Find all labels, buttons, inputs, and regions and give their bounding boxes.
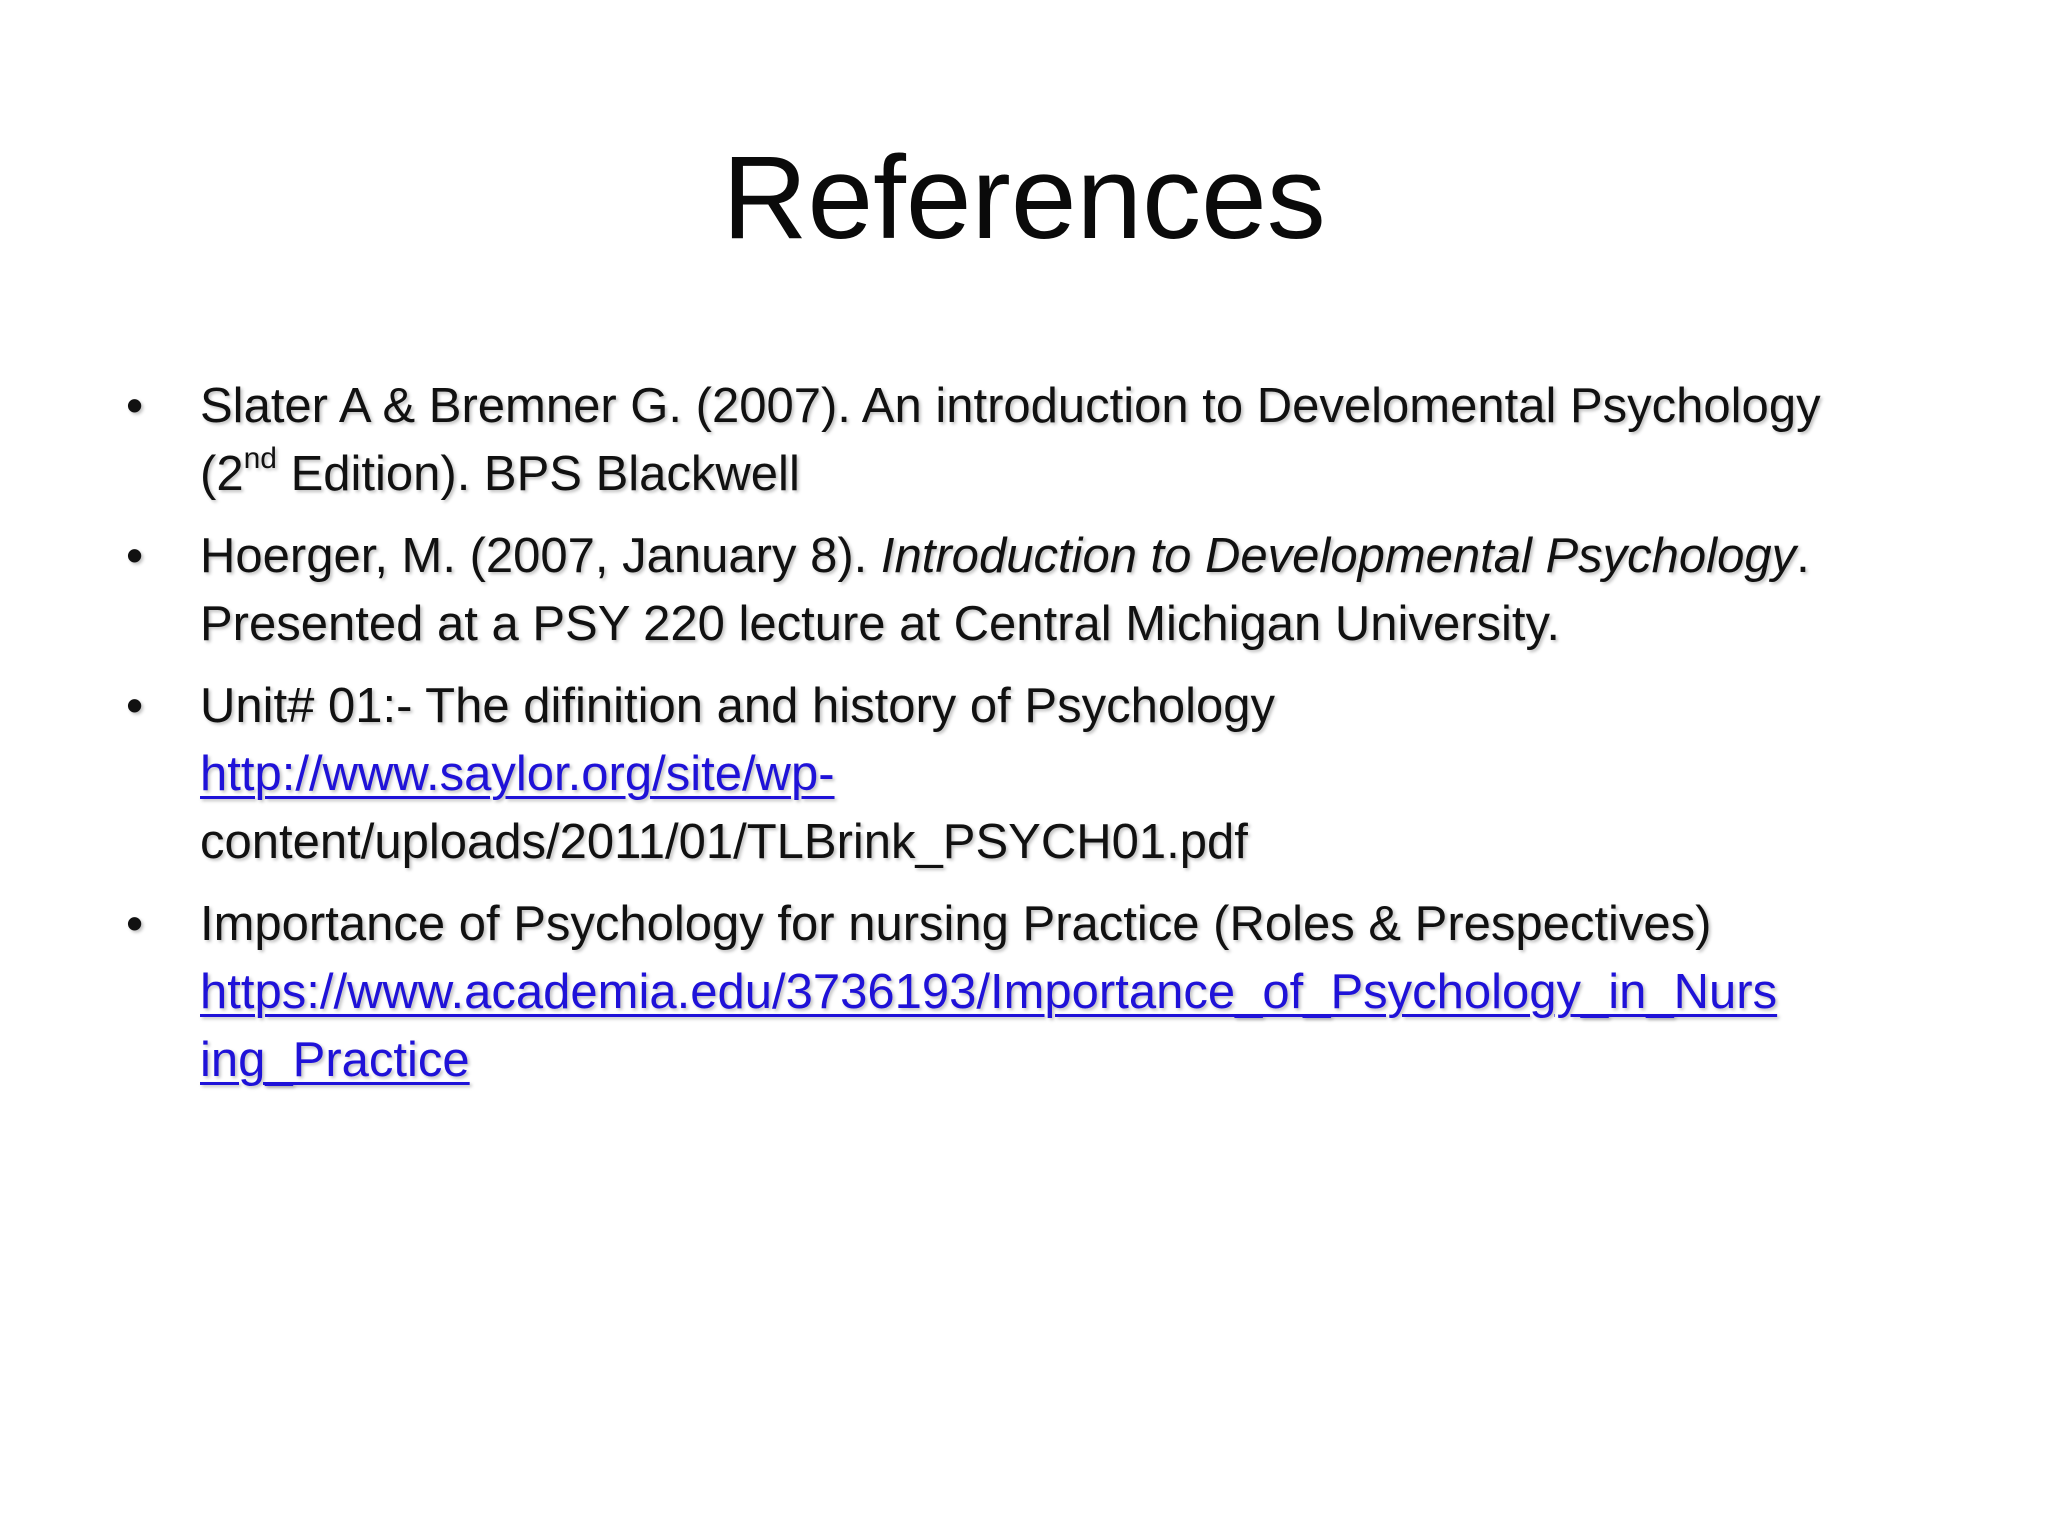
reference-text-continued: Presented at a PSY 220 lecture at Centra…: [200, 597, 1560, 651]
slide-title: References: [722, 132, 1326, 264]
reference-item-saylor: • Unit# 01:- The difinition and history …: [120, 672, 1960, 876]
reference-item-academia: • Importance of Psychology for nursing P…: [120, 890, 1960, 1094]
reference-text: Slater A & Bremner G. (2007). An introdu…: [200, 379, 1821, 433]
reference-title-italic: Introduction to Developmental Psychology: [880, 529, 1797, 583]
reference-link-line: ing_Practice: [200, 1026, 1960, 1094]
reference-item-hoerger: • Hoerger, M. (2007, January 8). Introdu…: [120, 522, 1960, 658]
bullet-icon: •: [126, 897, 144, 951]
reference-link-line: http://www.saylor.org/site/wp-: [200, 740, 1960, 808]
reference-text: Importance of Psychology for nursing Pra…: [200, 897, 1712, 951]
reference-text: Unit# 01:- The difinition and history of…: [200, 679, 1275, 733]
bullet-icon: •: [126, 379, 144, 433]
reference-item-slater: • Slater A & Bremner G. (2007). An intro…: [120, 372, 1960, 508]
superscript-ordinal: nd: [243, 442, 277, 475]
reference-link-line: https://www.academia.edu/3736193/Importa…: [200, 958, 1960, 1026]
reference-text: Hoerger, M. (2007, January 8). Introduct…: [200, 522, 1960, 590]
reference-text-continued: (2nd Edition). BPS Blackwell: [200, 440, 1960, 508]
slide: References • Slater A & Bremner G. (2007…: [0, 0, 2048, 1536]
reference-text-part: Edition). BPS Blackwell: [276, 447, 800, 501]
bullet-icon: •: [126, 529, 144, 583]
reference-url-continued: content/uploads/2011/01/TLBrink_PSYCH01.…: [200, 815, 1248, 869]
bullet-icon: •: [126, 679, 144, 733]
reference-text-part: (2: [200, 447, 244, 501]
reference-list: • Slater A & Bremner G. (2007). An intro…: [120, 372, 1960, 1108]
academia-link-continued[interactable]: ing_Practice: [200, 1033, 470, 1087]
reference-text-part: .: [1796, 529, 1810, 583]
academia-link[interactable]: https://www.academia.edu/3736193/Importa…: [200, 965, 1777, 1019]
reference-text-part: Hoerger, M. (2007, January 8).: [200, 529, 881, 583]
saylor-link[interactable]: http://www.saylor.org/site/wp-: [200, 747, 835, 801]
